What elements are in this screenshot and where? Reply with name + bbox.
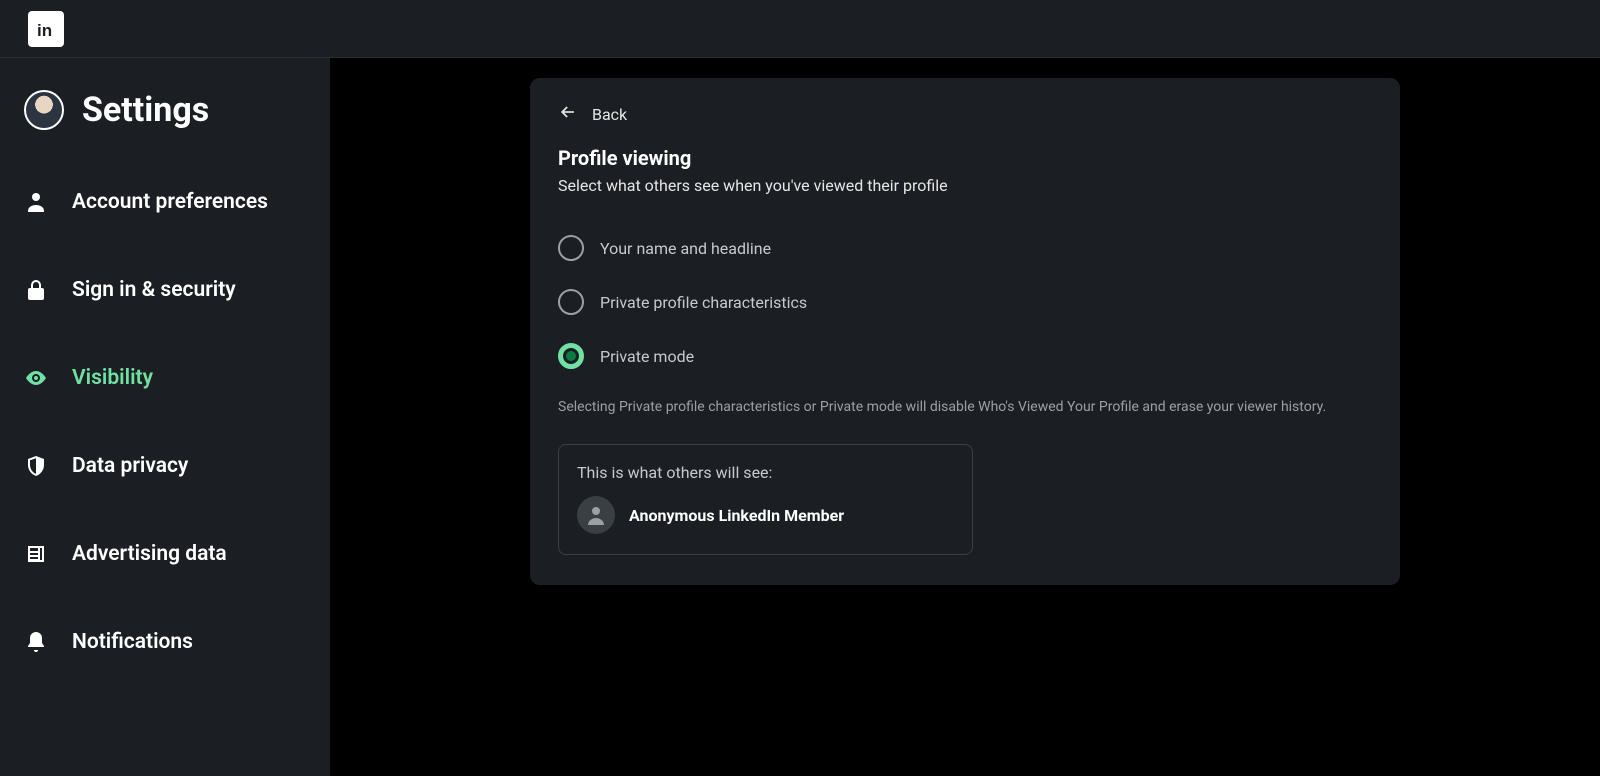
content-area: Back Profile viewing Select what others …	[330, 58, 1600, 776]
sidebar-header: Settings	[0, 82, 330, 158]
radio-label: Private profile characteristics	[600, 293, 807, 312]
radio-label: Your name and headline	[600, 239, 771, 258]
person-icon	[24, 190, 48, 214]
sidebar-item-label: Visibility	[72, 366, 153, 390]
settings-nav: Account preferences Sign in & security V…	[0, 158, 330, 686]
sidebar-item-label: Advertising data	[72, 542, 227, 566]
page-title: Settings	[82, 90, 209, 130]
panel-title: Profile viewing	[558, 146, 1372, 170]
linkedin-icon: in	[34, 17, 58, 41]
sidebar-item-label: Sign in & security	[72, 278, 236, 302]
eye-icon	[24, 366, 48, 390]
back-button[interactable]: Back	[558, 102, 1372, 126]
radio-icon	[558, 343, 584, 369]
top-bar: in	[0, 0, 1600, 58]
sidebar-item-advertising-data[interactable]: Advertising data	[0, 510, 330, 598]
radio-option-private-mode[interactable]: Private mode	[558, 343, 1372, 369]
sidebar-item-label: Data privacy	[72, 454, 188, 478]
user-avatar[interactable]	[24, 90, 64, 130]
sidebar-item-notifications[interactable]: Notifications	[0, 598, 330, 686]
radio-icon	[558, 289, 584, 315]
linkedin-logo[interactable]: in	[28, 11, 64, 47]
arrow-left-icon	[558, 102, 578, 126]
preview-row: Anonymous LinkedIn Member	[577, 496, 954, 534]
settings-sidebar: Settings Account preferences Sign in & s…	[0, 58, 330, 776]
back-label: Back	[592, 105, 627, 124]
svg-text:in: in	[37, 21, 52, 40]
sidebar-item-label: Notifications	[72, 630, 193, 654]
bell-icon	[24, 630, 48, 654]
sidebar-item-account-preferences[interactable]: Account preferences	[0, 158, 330, 246]
radio-option-name-headline[interactable]: Your name and headline	[558, 235, 1372, 261]
sidebar-item-sign-in-security[interactable]: Sign in & security	[0, 246, 330, 334]
profile-viewing-panel: Back Profile viewing Select what others …	[530, 78, 1400, 585]
preview-name: Anonymous LinkedIn Member	[629, 506, 844, 525]
panel-subtitle: Select what others see when you've viewe…	[558, 176, 1372, 195]
sidebar-item-data-privacy[interactable]: Data privacy	[0, 422, 330, 510]
preview-label: This is what others will see:	[577, 463, 954, 482]
sidebar-item-label: Account preferences	[72, 190, 268, 214]
newspaper-icon	[24, 542, 48, 566]
radio-label: Private mode	[600, 347, 694, 366]
lock-icon	[24, 278, 48, 302]
sidebar-item-visibility[interactable]: Visibility	[0, 334, 330, 422]
radio-icon	[558, 235, 584, 261]
radio-option-private-characteristics[interactable]: Private profile characteristics	[558, 289, 1372, 315]
hint-text: Selecting Private profile characteristic…	[558, 397, 1372, 418]
shield-icon	[24, 454, 48, 478]
anonymous-avatar-icon	[577, 496, 615, 534]
preview-box: This is what others will see: Anonymous …	[558, 444, 973, 555]
